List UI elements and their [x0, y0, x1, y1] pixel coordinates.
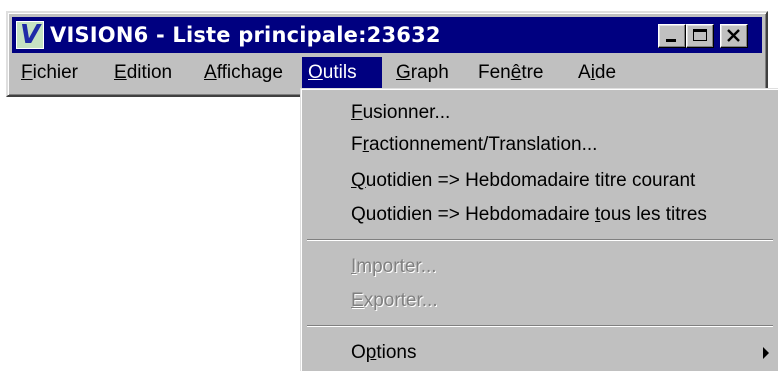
title-bar[interactable]: V VISION6 - Liste principale:23632	[12, 17, 762, 53]
submenu-arrow-icon	[763, 347, 769, 359]
item-label: actionnement/Translation...	[368, 134, 598, 155]
item-accel: Q	[351, 170, 366, 191]
maximize-icon	[693, 29, 707, 41]
menu-label: de	[594, 62, 617, 83]
menu-label: utils	[322, 62, 357, 83]
menu-label-pre: Fen	[478, 62, 511, 83]
item-label: usionner...	[362, 102, 451, 123]
item-label: xporter...	[363, 290, 438, 311]
menu-label: ffichage	[216, 62, 283, 83]
close-button[interactable]	[720, 24, 748, 48]
menu-accel: E	[114, 62, 127, 83]
item-label: uotidien => Hebdomadaire titre courant	[365, 170, 696, 191]
item-accel: F	[351, 102, 363, 123]
menu-item-importer: Importer...	[351, 251, 437, 283]
item-label-pre: Quotidien => Hebdomadaire	[351, 204, 595, 225]
menu-accel: G	[396, 62, 411, 83]
minimize-button[interactable]	[658, 24, 686, 48]
item-label: ous les titres	[600, 204, 707, 225]
outils-dropdown-menu: Fusionner... Fractionnement/Translation.…	[300, 88, 778, 371]
menu-accel: ê	[510, 62, 522, 83]
menu-accel: A	[204, 62, 217, 83]
item-accel: E	[351, 290, 364, 311]
menu-accel: F	[21, 62, 33, 83]
app-icon[interactable]: V	[16, 21, 44, 49]
menu-item-fusionner[interactable]: Fusionner...	[351, 97, 450, 129]
menu-fenetre[interactable]: Fenêtre	[472, 57, 550, 88]
close-icon	[727, 29, 740, 42]
main-window: V VISION6 - Liste principale:23632 Fichi…	[6, 11, 768, 97]
menu-item-quotidien-titre-courant[interactable]: Quotidien => Hebdomadaire titre courant	[351, 165, 695, 197]
menu-separator	[307, 239, 773, 241]
item-label-pre: F	[351, 134, 363, 155]
menu-item-exporter: Exporter...	[351, 285, 438, 317]
menu-item-quotidien-tous-titres[interactable]: Quotidien => Hebdomadaire tous les titre…	[351, 199, 707, 231]
screen: V VISION6 - Liste principale:23632 Fichi…	[0, 0, 778, 371]
menu-separator	[307, 325, 773, 327]
menu-item-fractionnement[interactable]: Fractionnement/Translation...	[351, 129, 597, 161]
window-title: VISION6 - Liste principale:23632	[50, 23, 441, 47]
app-icon-letter: V	[19, 21, 41, 49]
menu-label: dition	[126, 62, 173, 83]
menu-edition[interactable]: Edition	[108, 57, 178, 88]
menu-affichage[interactable]: Affichage	[198, 57, 289, 88]
item-label-pre: O	[351, 342, 366, 363]
item-label: tions	[376, 342, 417, 363]
maximize-button[interactable]	[686, 24, 714, 48]
item-label: mporter...	[356, 256, 437, 277]
menu-fichier[interactable]: Fichier	[15, 57, 84, 88]
menu-outils[interactable]: Outils	[302, 57, 382, 88]
menu-label-pre: A	[578, 62, 591, 83]
item-accel: p	[365, 342, 377, 363]
menu-graph[interactable]: Graph	[390, 57, 455, 88]
menu-bar: Fichier Edition Affichage Outils Graph F…	[12, 55, 762, 89]
menu-label: ichier	[32, 62, 79, 83]
menu-accel: O	[308, 62, 323, 83]
menu-label: raph	[410, 62, 449, 83]
minimize-icon	[666, 39, 676, 42]
menu-item-options[interactable]: Options	[351, 337, 417, 369]
menu-aide[interactable]: Aide	[572, 57, 622, 88]
menu-label: tre	[521, 62, 544, 83]
